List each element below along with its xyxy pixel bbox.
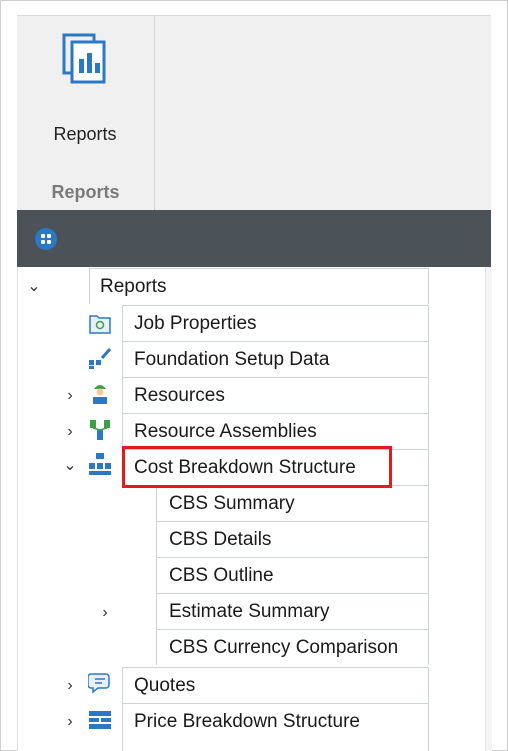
worker-icon [93,385,107,404]
tree-item-label: Quotes [134,675,196,696]
tree-item-resources[interactable]: Resources [122,377,429,413]
reports-button[interactable]: Reports [25,24,145,164]
tree-item-label: Price Breakdown Structure [134,711,360,732]
highlight-box [122,446,392,488]
tree-item-label: Resource Assemblies [134,421,317,442]
chevron-right-icon[interactable]: › [62,678,78,694]
tree-item-label: CBS Currency Comparison [169,637,399,658]
chevron-right-icon[interactable]: › [62,388,78,404]
tree-item-label: Resources [134,385,225,406]
cbs-icon [89,453,111,475]
reports-button-label: Reports [53,124,117,144]
tree-item-price-breakdown-structure[interactable]: Price Breakdown Structure [122,703,429,751]
reports-icon [62,33,106,84]
ribbon-group-label: Reports [51,182,120,202]
tree-item-resource-assemblies[interactable]: Resource Assemblies [122,413,429,449]
tree-item-label: Foundation Setup Data [134,349,330,370]
ribbon-group-reports: Reports Reports [17,16,155,211]
quotes-icon [88,673,110,694]
tree-toolbar [17,210,491,267]
tree-item-cbs-summary[interactable]: CBS Summary [156,485,429,521]
folder-icon [89,315,111,334]
tree-scrollbar[interactable] [485,267,492,751]
tree-root-reports[interactable]: Reports [89,268,429,304]
tree-item-label: Estimate Summary [169,601,330,622]
tree-item-label: CBS Outline [169,565,274,586]
tree-item-job-properties[interactable]: Job Properties [122,305,429,341]
chevron-right-icon[interactable]: › [97,605,113,621]
chevron-down-icon[interactable]: ⌄ [62,458,78,474]
tree-item-quotes[interactable]: Quotes [122,667,429,703]
tree-item-cbs-currency-comparison[interactable]: CBS Currency Comparison [156,629,429,665]
tree-item-foundation-setup[interactable]: Foundation Setup Data [122,341,429,377]
app-menu-icon[interactable] [35,228,57,250]
setup-icon [89,348,112,369]
ribbon: Reports Reports [17,15,491,211]
tree-root-label: Reports [100,276,167,297]
chevron-right-icon[interactable]: › [62,714,78,730]
chevron-down-icon[interactable]: ⌄ [26,279,42,295]
tree-item-cbs-details[interactable]: CBS Details [156,521,429,557]
chevron-right-icon[interactable]: › [62,424,78,440]
pbs-icon [89,711,111,729]
tree-item-label: Job Properties [134,313,257,334]
tree-item-cbs-outline[interactable]: CBS Outline [156,557,429,593]
tree-item-estimate-summary[interactable]: Estimate Summary [156,593,429,629]
tree-item-label: CBS Details [169,529,272,550]
tree-item-label: CBS Summary [169,493,295,514]
assembly-icon [90,420,110,440]
